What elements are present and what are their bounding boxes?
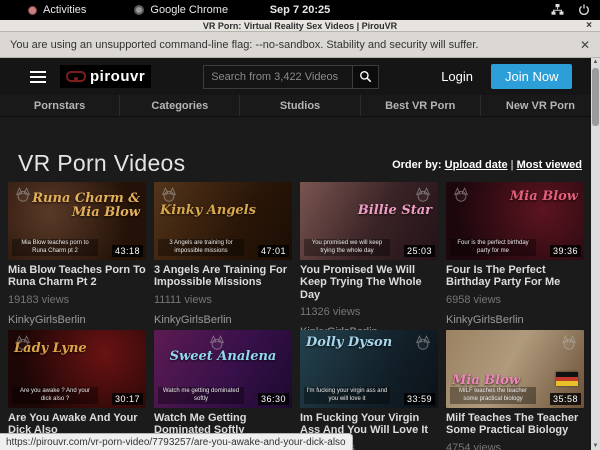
german-flag-icon xyxy=(556,372,578,386)
thumbnail-overlay-caption: You promised we will keep trying the who… xyxy=(304,239,390,256)
video-views: 11111 views xyxy=(154,294,292,306)
scroll-up-icon[interactable]: ▲ xyxy=(593,58,599,66)
thumbnail-overlay-caption: Watch me getting dominated softly xyxy=(158,387,244,404)
thumbnail-overlay-title: Runa Charm & Mia Blow xyxy=(14,192,140,219)
thumbnail-overlay-title: Dolly Dyson xyxy=(306,336,432,350)
thumbnail-overlay-title: Kinky Angels xyxy=(160,204,286,218)
join-now-button[interactable]: Join Now xyxy=(491,64,572,89)
order-by: Order by: Upload date | Most viewed xyxy=(392,159,582,171)
video-card[interactable]: Mia Blow MILF teaches the teacher some p… xyxy=(446,330,584,450)
window-title: VR Porn: Virtual Reality Sex Videos | Pi… xyxy=(203,21,397,31)
infobar-message: You are using an unsupported command-lin… xyxy=(10,39,478,51)
video-card[interactable]: Kinky Angels 3 Angels are training for i… xyxy=(154,182,292,330)
video-thumbnail[interactable]: Billie Star You promised we will keep tr… xyxy=(300,182,438,260)
main-nav: Pornstars Categories Studios Best VR Por… xyxy=(0,95,600,117)
video-grid: Runa Charm & Mia Blow Mia Blow teaches p… xyxy=(0,177,600,450)
video-title[interactable]: You Promised We Will Keep Trying The Who… xyxy=(300,264,438,301)
video-card[interactable]: Mia Blow Four is the perfect birthday pa… xyxy=(446,182,584,330)
video-card[interactable]: Dolly Dyson I'm fucking your virgin ass … xyxy=(300,330,438,450)
video-thumbnail[interactable]: Kinky Angels 3 Angels are training for i… xyxy=(154,182,292,260)
site-header: pirouvr Login Join Now xyxy=(0,58,600,95)
video-thumbnail[interactable]: Mia Blow Four is the perfect birthday pa… xyxy=(446,182,584,260)
video-thumbnail[interactable]: Dolly Dyson I'm fucking your virgin ass … xyxy=(300,330,438,408)
duration-badge: 36:30 xyxy=(258,393,289,405)
thumbnail-overlay-caption: Four is the perfect birthday party for m… xyxy=(450,239,536,256)
search-icon xyxy=(359,70,372,83)
video-thumbnail[interactable]: Sweet Analena Watch me getting dominated… xyxy=(154,330,292,408)
video-title[interactable]: Milf Teaches The Teacher Some Practical … xyxy=(446,412,584,437)
nav-item-studios[interactable]: Studios xyxy=(239,95,359,116)
duration-badge: 35:58 xyxy=(550,393,581,405)
page-content: pirouvr Login Join Now Pornstars Categor… xyxy=(0,58,600,450)
search-input[interactable] xyxy=(203,65,353,89)
duration-badge: 43:18 xyxy=(112,245,143,257)
thumbnail-overlay-title: Billie Star xyxy=(306,204,432,218)
video-card[interactable]: Sweet Analena Watch me getting dominated… xyxy=(154,330,292,450)
thumbnail-overlay-caption: Are you awake ? And your dick also ? xyxy=(12,387,98,404)
video-title[interactable]: Mia Blow Teaches Porn To Runa Charm Pt 2 xyxy=(8,264,146,289)
thumbnail-overlay-caption: I'm fucking your virgin ass and you will… xyxy=(304,387,390,404)
nav-item-pornstars[interactable]: Pornstars xyxy=(0,95,119,116)
duration-badge: 39:36 xyxy=(550,245,581,257)
logo-text: pirouvr xyxy=(90,68,145,85)
search-button[interactable] xyxy=(353,65,379,89)
video-card[interactable]: Runa Charm & Mia Blow Mia Blow teaches p… xyxy=(8,182,146,330)
thumbnail-overlay-title: Sweet Analena xyxy=(160,350,286,364)
video-studio-link[interactable]: KinkyGirlsBerlin xyxy=(8,314,146,326)
network-icon[interactable] xyxy=(551,4,564,16)
video-views: 6958 views xyxy=(446,294,584,306)
video-title[interactable]: 3 Angels Are Training For Impossible Mis… xyxy=(154,264,292,289)
video-title[interactable]: Four Is The Perfect Birthday Party For M… xyxy=(446,264,584,289)
login-link[interactable]: Login xyxy=(441,69,473,84)
order-by-label: Order by: xyxy=(392,159,442,171)
studio-watermark-cat-icon xyxy=(160,187,178,202)
duration-badge: 30:17 xyxy=(112,393,143,405)
order-separator: | xyxy=(511,159,514,171)
clock[interactable]: Sep 7 20:25 xyxy=(0,4,600,16)
nav-item-categories[interactable]: Categories xyxy=(119,95,239,116)
thumbnail-overlay-caption: MILF teaches the teacher some practical … xyxy=(450,387,536,404)
status-bar-url: https://pirouvr.com/vr-porn-video/779325… xyxy=(0,433,353,450)
video-views: 19183 views xyxy=(8,294,146,306)
vr-headset-icon xyxy=(66,71,86,82)
site-logo[interactable]: pirouvr xyxy=(60,65,151,88)
video-thumbnail[interactable]: Lady Lyne Are you awake ? And your dick … xyxy=(8,330,146,408)
studio-watermark-cat-icon xyxy=(208,335,226,350)
video-thumbnail[interactable]: Mia Blow MILF teaches the teacher some p… xyxy=(446,330,584,408)
window-titlebar: VR Porn: Virtual Reality Sex Videos | Pi… xyxy=(0,20,600,32)
chrome-infobar: You are using an unsupported command-lin… xyxy=(0,32,600,58)
video-studio-link[interactable]: KinkyGirlsBerlin xyxy=(446,314,584,326)
studio-watermark-cat-icon xyxy=(414,187,432,202)
duration-badge: 47:01 xyxy=(258,245,289,257)
video-card[interactable]: Billie Star You promised we will keep tr… xyxy=(300,182,438,330)
studio-watermark-cat-icon xyxy=(560,335,578,350)
scrollbar-thumb[interactable] xyxy=(592,68,599,126)
thumbnail-overlay-caption: 3 Angels are training for impossible mis… xyxy=(158,239,244,256)
scrollbar[interactable]: ▲ ▼ xyxy=(591,58,600,450)
page-title: VR Porn Videos xyxy=(18,150,185,177)
infobar-close-icon[interactable]: ✕ xyxy=(580,38,590,52)
video-views: 4754 views xyxy=(446,442,584,450)
order-link-upload-date[interactable]: Upload date xyxy=(445,159,508,171)
thumbnail-overlay-title: Mia Blow xyxy=(452,190,578,204)
screen: Activities Google Chrome Sep 7 20:25 VR … xyxy=(0,0,600,450)
video-thumbnail[interactable]: Runa Charm & Mia Blow Mia Blow teaches p… xyxy=(8,182,146,260)
scroll-down-icon[interactable]: ▼ xyxy=(593,442,599,450)
gnome-top-bar: Activities Google Chrome Sep 7 20:25 xyxy=(0,0,600,20)
video-card[interactable]: Lady Lyne Are you awake ? And your dick … xyxy=(8,330,146,450)
video-views: 11326 views xyxy=(300,306,438,318)
window-close-icon[interactable]: × xyxy=(586,20,592,31)
thumbnail-overlay-title: Lady Lyne xyxy=(14,342,140,356)
nav-item-new[interactable]: New VR Porn xyxy=(480,95,600,116)
video-studio-link[interactable]: KinkyGirlsBerlin xyxy=(154,314,292,326)
power-icon[interactable] xyxy=(578,4,590,16)
duration-badge: 25:03 xyxy=(404,245,435,257)
nav-item-best[interactable]: Best VR Porn xyxy=(360,95,480,116)
duration-badge: 33:59 xyxy=(404,393,435,405)
thumbnail-overlay-caption: Mia Blow teaches porn to Runa Charm pt 2 xyxy=(12,239,98,256)
order-link-most-viewed[interactable]: Most viewed xyxy=(517,159,582,171)
hamburger-menu-icon[interactable] xyxy=(30,68,46,86)
